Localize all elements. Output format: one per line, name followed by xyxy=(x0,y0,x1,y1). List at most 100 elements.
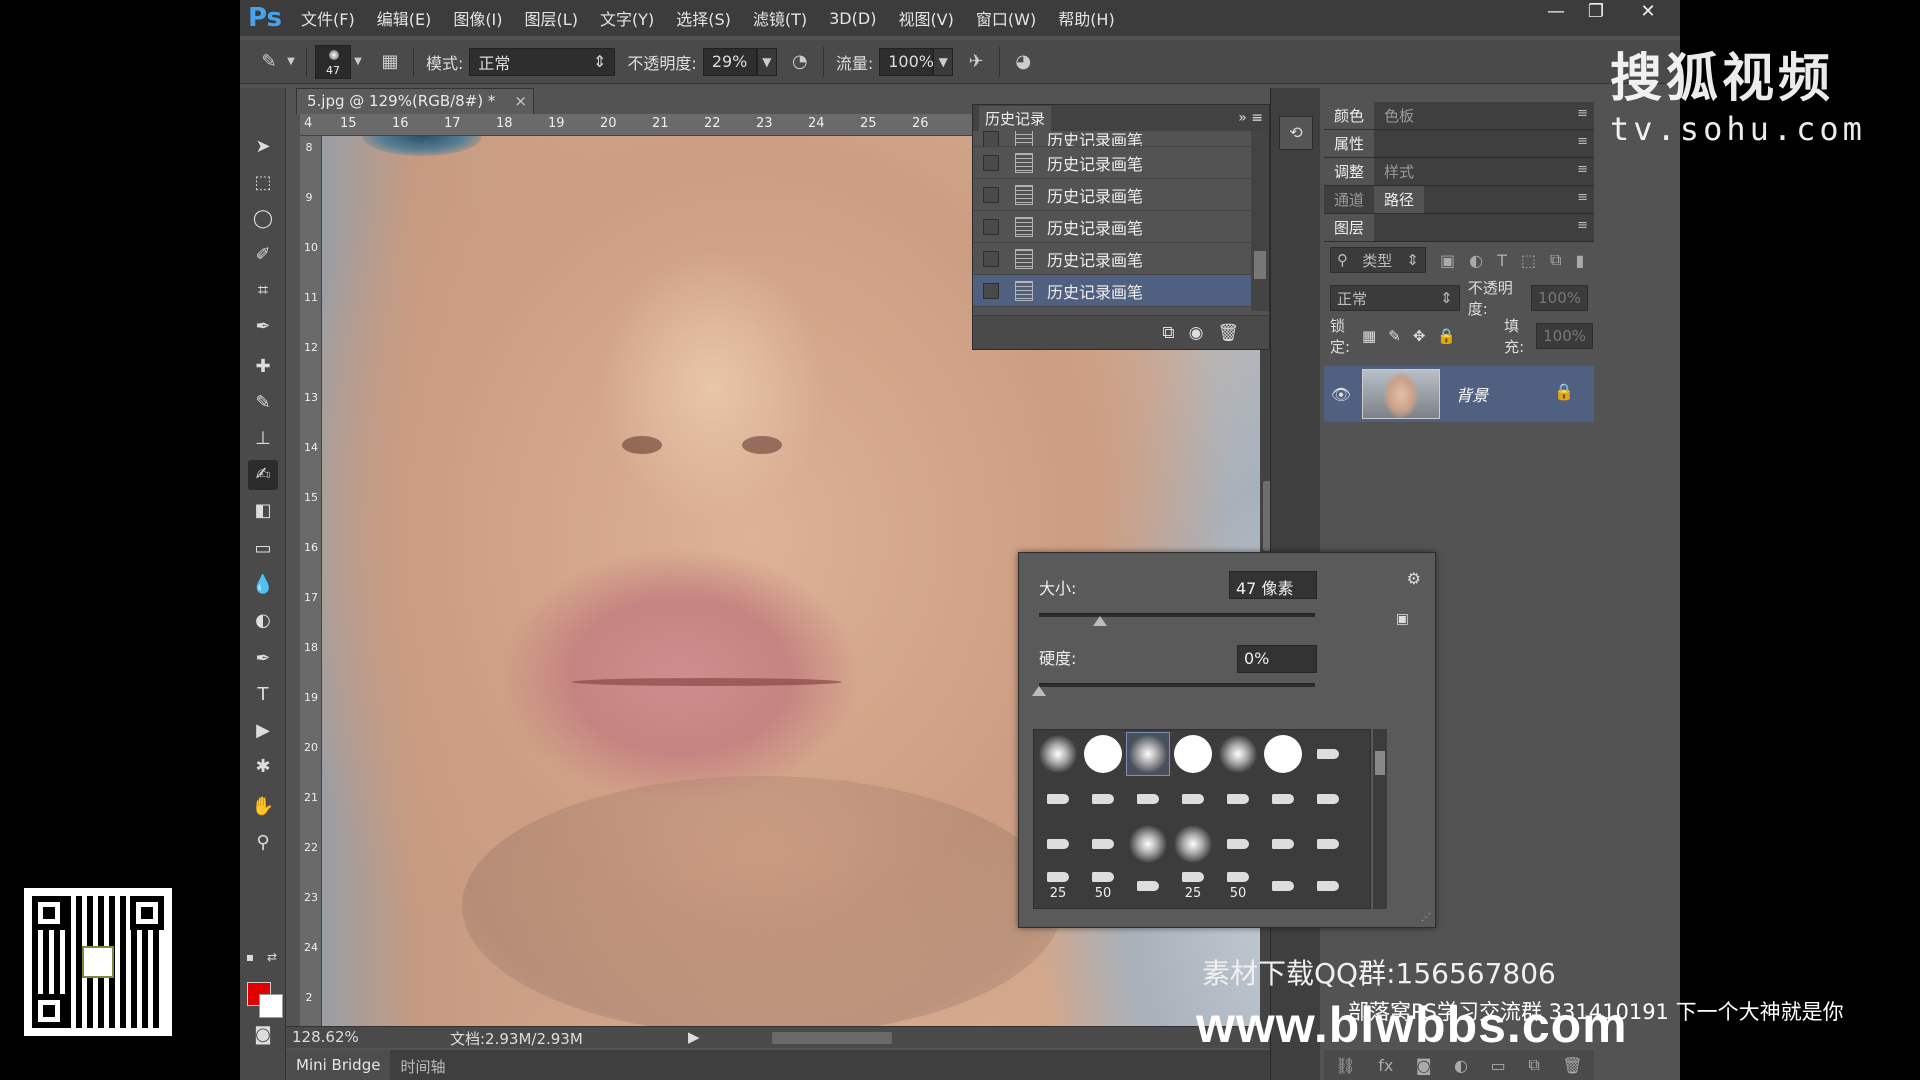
filter-adjustment-icon[interactable]: ◐ xyxy=(1469,251,1483,270)
pen-tool-icon[interactable]: ✒ xyxy=(248,644,278,674)
history-item[interactable]: 历史记录画笔 xyxy=(973,243,1251,275)
stamp-tool-icon[interactable]: ⊥ xyxy=(248,424,278,454)
camera-icon[interactable]: ◉ xyxy=(1189,323,1204,343)
brush-preset-shape[interactable] xyxy=(1216,777,1260,821)
folder-icon[interactable]: ▭ xyxy=(1491,1056,1506,1075)
play-icon[interactable]: ▶ xyxy=(688,1028,700,1046)
history-source-checkbox[interactable] xyxy=(983,154,999,171)
menu-layer[interactable]: 图层(L) xyxy=(514,6,589,30)
brush-picker[interactable]: 47 xyxy=(315,44,351,79)
trash-icon[interactable]: 🗑 xyxy=(1562,1056,1582,1075)
tab-channels[interactable]: 通道 xyxy=(1324,186,1374,213)
brush-preset-shape[interactable] xyxy=(1306,777,1350,821)
filter-pixel-icon[interactable]: ▣ xyxy=(1440,251,1455,270)
history-panel-title[interactable]: 历史记录 xyxy=(979,105,1052,131)
menu-image[interactable]: 图像(I) xyxy=(442,6,513,30)
blur-tool-icon[interactable]: 💧 xyxy=(248,570,278,600)
menu-file[interactable]: 文件(F) xyxy=(290,6,366,30)
crop-tool-icon[interactable]: ⌗ xyxy=(248,276,278,306)
brush-preset-shape[interactable] xyxy=(1081,822,1125,866)
restore-button[interactable]: ❐ xyxy=(1576,0,1616,26)
history-source-checkbox[interactable] xyxy=(983,186,999,203)
link-icon[interactable]: ⛓ xyxy=(1335,1056,1355,1075)
brush-preset-hard-round[interactable] xyxy=(1261,732,1305,776)
brush-preset-soft-round-selected[interactable] xyxy=(1126,732,1170,776)
minimize-button[interactable]: — xyxy=(1536,0,1576,26)
airbrush-icon[interactable]: ✈ xyxy=(961,47,991,77)
new-preset-icon[interactable]: ▣ xyxy=(1396,611,1409,627)
size-slider-track[interactable] xyxy=(1039,613,1315,617)
history-source-checkbox[interactable] xyxy=(983,218,999,235)
menu-select[interactable]: 选择(S) xyxy=(665,6,742,30)
history-source-checkbox[interactable] xyxy=(983,282,999,299)
history-panel-icon[interactable]: ⟲ xyxy=(1279,116,1313,150)
gear-icon[interactable]: ⚙ xyxy=(1407,569,1421,588)
brush-preset-shape[interactable] xyxy=(1036,777,1080,821)
lock-image-icon[interactable]: ✎ xyxy=(1388,327,1401,345)
tab-properties[interactable]: 属性 xyxy=(1324,130,1375,157)
filter-shape-icon[interactable]: ⬚ xyxy=(1521,251,1536,270)
tab-styles[interactable]: 样式 xyxy=(1374,158,1424,185)
hand-tool-icon[interactable]: ✋ xyxy=(248,792,278,822)
shape-tool-icon[interactable]: ✱ xyxy=(248,752,278,782)
brush-preset-shape[interactable] xyxy=(1261,777,1305,821)
history-brush-tool-icon[interactable]: ✍ xyxy=(248,460,278,490)
layer-filter-select[interactable]: ⚲ 类型 ⇕ xyxy=(1330,247,1426,273)
blend-mode-select[interactable]: 正常 ⇕ xyxy=(1330,285,1460,311)
panel-menu-icon[interactable]: » ≡ xyxy=(1238,110,1263,126)
size-slider-knob[interactable] xyxy=(1092,616,1107,626)
pressure-opacity-icon[interactable]: ◔ xyxy=(785,47,815,77)
history-item[interactable]: 历史记录画笔 xyxy=(973,131,1251,147)
horizontal-scrollbar-thumb[interactable] xyxy=(772,1032,892,1044)
history-item-selected[interactable]: 历史记录画笔 xyxy=(973,275,1251,307)
scrollbar-thumb[interactable] xyxy=(1254,251,1266,279)
history-item[interactable]: 历史记录画笔 xyxy=(973,147,1251,179)
brush-preset-soft-round[interactable] xyxy=(1216,732,1260,776)
brush-preset-soft-round[interactable] xyxy=(1171,822,1215,866)
move-tool-icon[interactable]: ➤ xyxy=(248,132,278,162)
chevron-down-icon[interactable]: ▼ xyxy=(284,47,298,77)
brush-panel-toggle-icon[interactable]: ▦ xyxy=(375,47,405,77)
scrollbar-thumb[interactable] xyxy=(1375,751,1385,775)
panel-menu-icon[interactable]: ≡ xyxy=(1577,106,1588,121)
filter-toggle-icon[interactable]: ▮ xyxy=(1575,251,1584,270)
document-tab[interactable]: 5.jpg @ 129%(RGB/8#) * × xyxy=(296,88,534,114)
eye-icon[interactable]: 👁 xyxy=(1324,385,1358,404)
pressure-size-icon[interactable]: ◕ xyxy=(1008,47,1038,77)
menu-3d[interactable]: 3D(D) xyxy=(818,9,887,28)
history-source-checkbox[interactable] xyxy=(983,131,999,146)
resize-grip-icon[interactable]: ⋰ xyxy=(1421,912,1431,923)
tab-swatches[interactable]: 色板 xyxy=(1374,102,1424,129)
opacity-input[interactable]: 29% xyxy=(702,47,757,76)
filter-smart-object-icon[interactable]: ⧉ xyxy=(1550,250,1561,270)
flow-dropdown-button[interactable]: ▼ xyxy=(933,47,954,76)
size-input[interactable]: 47 像素 xyxy=(1229,571,1317,599)
brush-preset-shape[interactable] xyxy=(1261,864,1305,908)
layer-opacity-input[interactable]: 100% xyxy=(1531,285,1588,311)
brush-preset-shape[interactable]: 50 xyxy=(1081,864,1125,908)
flow-input[interactable]: 100% xyxy=(879,47,934,76)
panel-menu-icon[interactable]: ≡ xyxy=(1577,190,1588,205)
history-source-checkbox[interactable] xyxy=(983,250,999,267)
tab-layers[interactable]: 图层 xyxy=(1324,214,1375,241)
marquee-tool-icon[interactable]: ⬚ xyxy=(248,168,278,198)
trash-icon[interactable]: 🗑 xyxy=(1217,323,1239,343)
brush-preset-soft-round[interactable] xyxy=(1126,822,1170,866)
zoom-level[interactable]: 128.62% xyxy=(292,1028,359,1046)
hardness-slider-track[interactable] xyxy=(1039,683,1315,687)
brush-preset-shape[interactable] xyxy=(1216,822,1260,866)
filter-type-icon[interactable]: T xyxy=(1497,251,1507,270)
hardness-input[interactable]: 0% xyxy=(1237,645,1317,673)
brush-preset-shape[interactable] xyxy=(1171,777,1215,821)
brush-preset-shape[interactable] xyxy=(1306,822,1350,866)
lasso-tool-icon[interactable]: ◯ xyxy=(248,204,278,234)
panel-menu-icon[interactable]: ≡ xyxy=(1577,218,1588,233)
fill-input[interactable]: 100% xyxy=(1536,323,1594,349)
brush-preset-shape[interactable] xyxy=(1081,777,1125,821)
history-item[interactable]: 历史记录画笔 xyxy=(973,211,1251,243)
brush-tool-icon[interactable]: ✎ xyxy=(248,388,278,418)
quick-select-tool-icon[interactable]: ✐ xyxy=(248,240,278,270)
menu-help[interactable]: 帮助(H) xyxy=(1047,6,1126,30)
type-tool-icon[interactable]: T xyxy=(248,680,278,710)
menu-type[interactable]: 文字(Y) xyxy=(589,6,665,30)
